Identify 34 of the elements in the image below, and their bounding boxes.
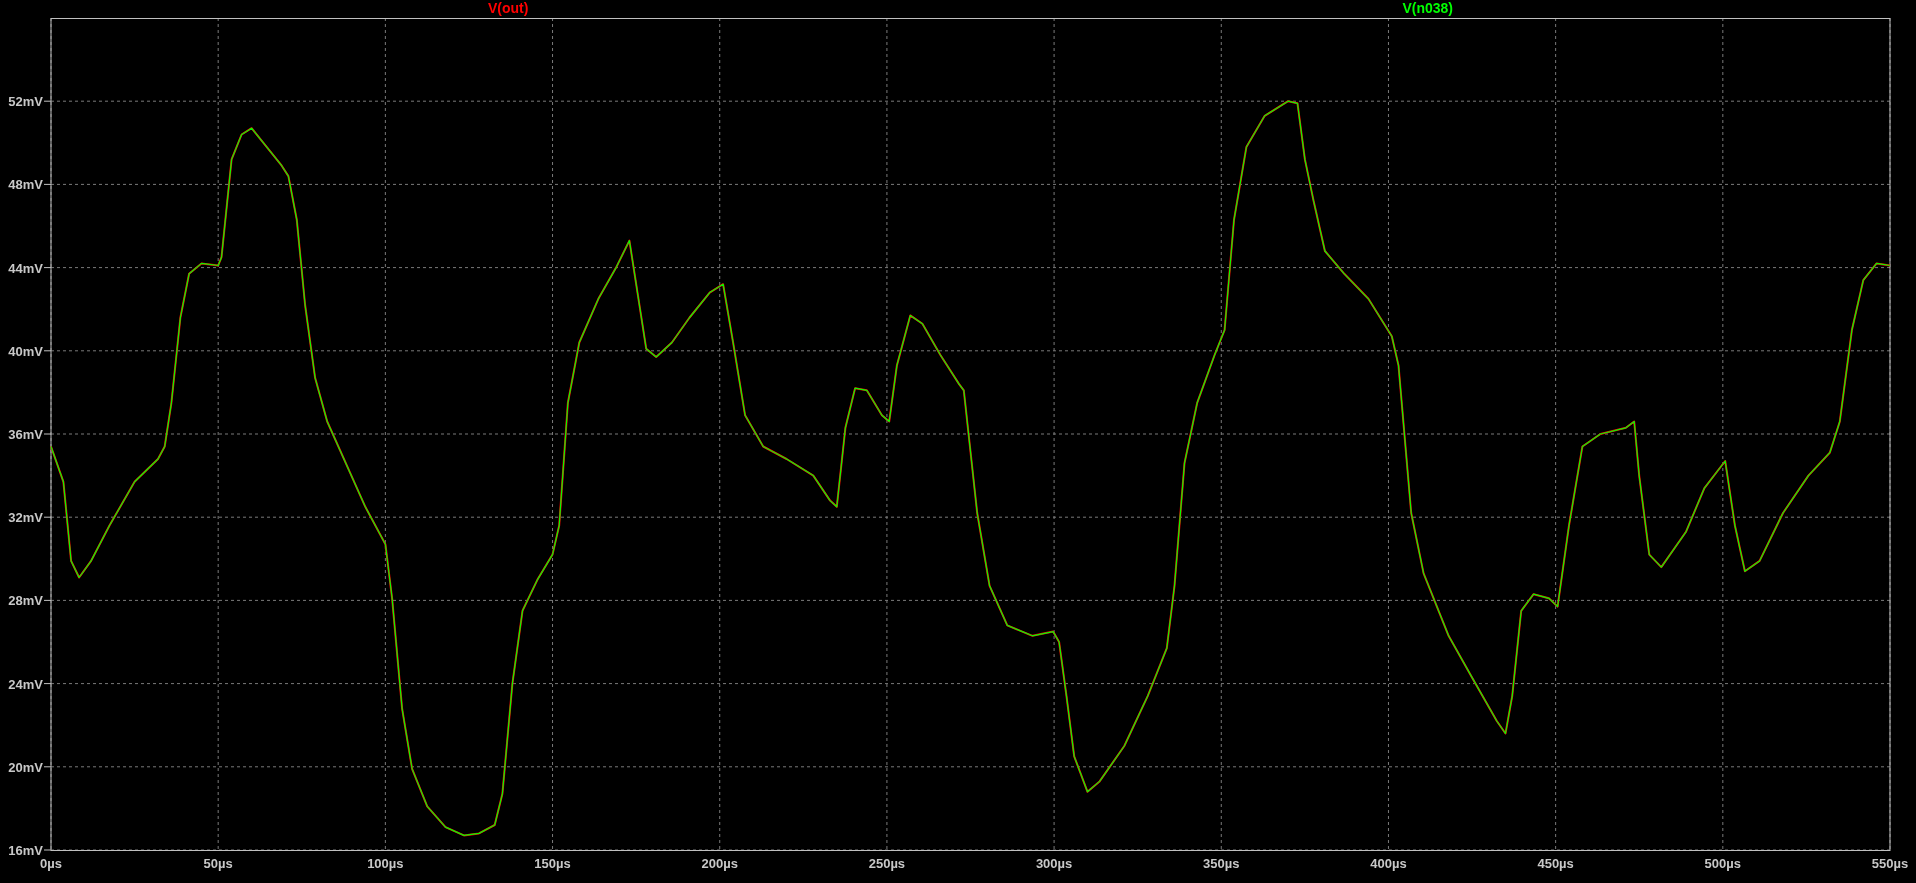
axis-tick-label: 48mV [8, 177, 52, 193]
axis-tick-label: 150µs [534, 856, 571, 871]
axis-tick-label: 52mV [8, 94, 52, 110]
axis-tick-label: 350µs [1203, 856, 1240, 871]
axis-tick-label: 450µs [1537, 856, 1574, 871]
axis-tick-label: 250µs [868, 856, 906, 871]
axis-tick-label: 28mV [8, 593, 52, 609]
axis-tick-label: 300µs [1035, 856, 1073, 871]
y-tick-label: 52mV [8, 94, 44, 110]
axis-tick-label: 16mV [8, 843, 52, 858]
axis-tick-label: 24mV [8, 676, 52, 692]
axis-tick-label: 100µs [367, 856, 404, 871]
axis-tick-label: 50µs [203, 856, 233, 871]
y-tick-label: 40mV [8, 343, 44, 359]
axis-tick-label: 0µs [40, 856, 62, 871]
axis-tick-label: 36mV [8, 427, 52, 442]
trace-label: V(out) [488, 0, 529, 18]
axis-tick-label: 32mV [8, 510, 52, 526]
y-tick-label: 44mV [8, 260, 44, 276]
axis-tick-label: 550µs [1871, 856, 1909, 871]
trace-label: V(n038) [1402, 0, 1453, 18]
axis-tick-label: 44mV [8, 260, 52, 276]
axis-tick-label: 400µs [1370, 856, 1407, 871]
axis-tick-label: 200µs [701, 856, 738, 871]
y-tick-label: 28mV [8, 593, 44, 609]
y-tick-label: 48mV [8, 177, 44, 193]
axis-tick-label: 20mV [8, 759, 52, 775]
axis-tick-label: 500µs [1704, 856, 1742, 871]
y-tick-label: 36mV [8, 427, 44, 442]
y-tick-label: 16mV [8, 843, 44, 858]
y-tick-label: 20mV [8, 759, 44, 775]
y-tick-label: 32mV [8, 510, 44, 526]
y-tick-label: 24mV [8, 676, 44, 692]
axis-tick-label: 40mV [8, 343, 52, 359]
